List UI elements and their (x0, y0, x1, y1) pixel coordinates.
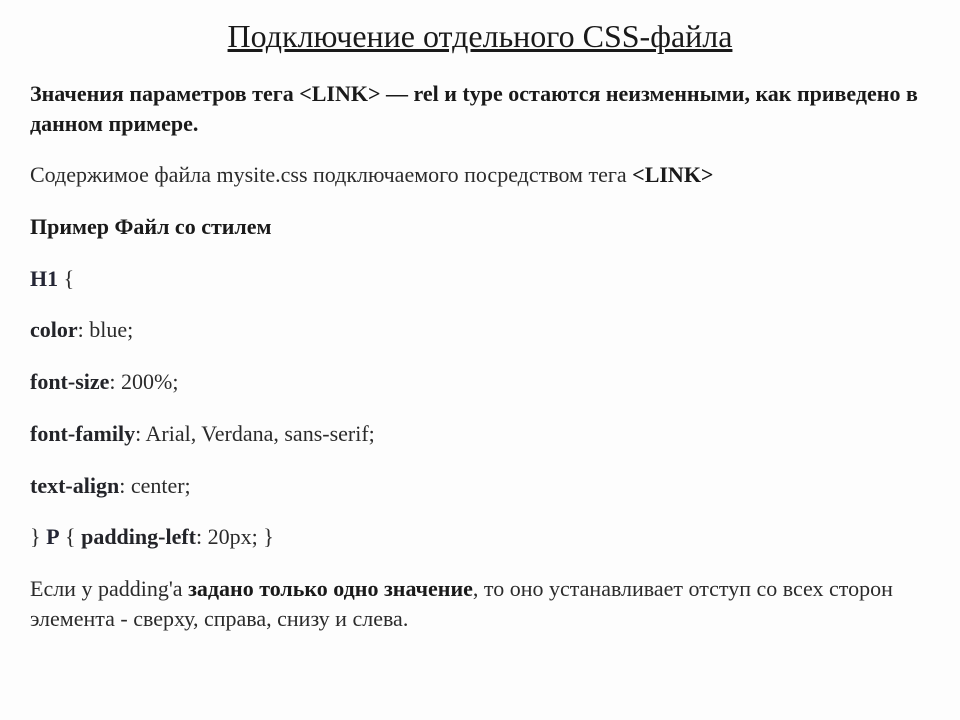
css-prop-fontsize: font-size (30, 369, 109, 394)
css-line-3: font-size: 200%; (30, 367, 930, 397)
intro-tag: <LINK> (299, 81, 380, 106)
css-val-color: : blue; (78, 317, 134, 342)
css-line-5: text-align: center; (30, 471, 930, 501)
slide: Подключение отдельного CSS-файла Значени… (0, 0, 960, 720)
css-val-paddingleft: : 20px; } (196, 524, 274, 549)
css-val-fontsize: : 200%; (109, 369, 178, 394)
paragraph-file: Содержимое файла mysite.css подключаемог… (30, 160, 930, 190)
css-line-6: } P { padding-left: 20px; } (30, 522, 930, 552)
css-selector-p: P (46, 524, 59, 549)
css-prop-textalign: text-align (30, 473, 119, 498)
css-close-brace: } (30, 524, 46, 549)
note-bold: задано только одно значение (188, 576, 473, 601)
paragraph-example-label: Пример Файл со стилем (30, 212, 930, 242)
css-line-1: H1 { (30, 264, 930, 294)
css-prop-fontfamily: font-family (30, 421, 135, 446)
file-tag: <LINK> (632, 162, 713, 187)
css-selector-h1: H1 (30, 266, 58, 291)
css-line-4: font-family: Arial, Verdana, sans-serif; (30, 419, 930, 449)
intro-text-1: Значения параметров тега (30, 81, 299, 106)
css-open-brace: { (64, 266, 75, 291)
paragraph-intro: Значения параметров тега <LINK> — rel и … (30, 79, 930, 138)
paragraph-padding-note: Если у padding'а задано только одно знач… (30, 574, 930, 633)
css-val-fontfamily: : Arial, Verdana, sans-serif; (135, 421, 375, 446)
css-open-brace-p: { (60, 524, 82, 549)
css-prop-paddingleft: padding-left (81, 524, 196, 549)
css-val-textalign: : center; (119, 473, 190, 498)
css-line-2: color: blue; (30, 315, 930, 345)
note-lead: Если у padding'а (30, 576, 188, 601)
file-text: Содержимое файла mysite.css подключаемог… (30, 162, 632, 187)
css-prop-color: color (30, 317, 78, 342)
page-title: Подключение отдельного CSS-файла (30, 18, 930, 55)
